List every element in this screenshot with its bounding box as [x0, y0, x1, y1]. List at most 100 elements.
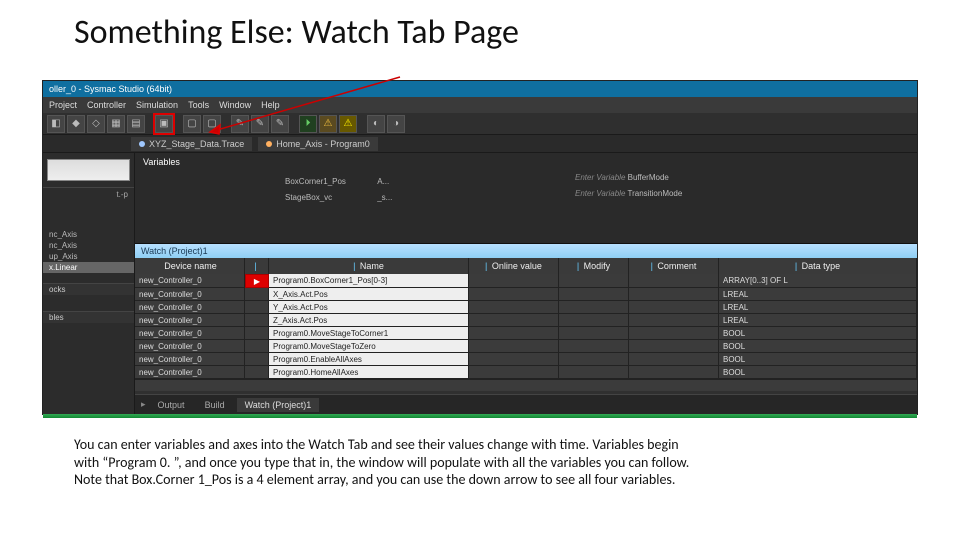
cell-modify[interactable]: [559, 301, 629, 314]
cell-blank: [245, 314, 269, 327]
menu-project[interactable]: Project: [49, 100, 77, 110]
col-online[interactable]: Online value: [469, 258, 559, 274]
toolbar-btn-10[interactable]: ✎: [251, 115, 269, 133]
cell-online: [469, 301, 559, 314]
menu-tools[interactable]: Tools: [188, 100, 209, 110]
bottom-tab-build[interactable]: Build: [197, 398, 233, 412]
toolbar-event-icon[interactable]: ⚠: [339, 115, 357, 133]
cell-modify[interactable]: [559, 353, 629, 366]
var-name: BoxCorner1_Pos: [285, 177, 375, 186]
cell-blank: [245, 340, 269, 353]
cell-comment: [629, 340, 719, 353]
col-datatype[interactable]: Data type: [719, 258, 917, 274]
cell-modify[interactable]: [559, 327, 629, 340]
menu-help[interactable]: Help: [261, 100, 280, 110]
side-item[interactable]: up_Axis: [43, 251, 134, 262]
toolbar-btn-9[interactable]: ✎: [231, 115, 249, 133]
cell-device: new_Controller_0: [135, 274, 245, 288]
toolbar-btn-4[interactable]: ▦: [107, 115, 125, 133]
menu-controller[interactable]: Controller: [87, 100, 126, 110]
cell-device: new_Controller_0: [135, 340, 245, 353]
cell-online: [469, 288, 559, 301]
cell-modify[interactable]: [559, 288, 629, 301]
col-comment[interactable]: Comment: [629, 258, 719, 274]
cell-modify[interactable]: [559, 274, 629, 288]
toolbar-btn-1[interactable]: ◧: [47, 115, 65, 133]
cell-name[interactable]: Program0.HomeAllAxes: [269, 366, 469, 379]
toolbar-simulation-icon[interactable]: ▣: [155, 115, 173, 133]
doc-tab-datatrace[interactable]: XYZ_Stage_Data.Trace: [131, 137, 252, 151]
toolbar-online-icon[interactable]: ⏵: [299, 115, 317, 133]
toolbar-btn-8[interactable]: ▢: [203, 115, 221, 133]
bottom-tab-watch[interactable]: Watch (Project)1: [237, 398, 320, 412]
side-item[interactable]: nc_Axis: [43, 229, 134, 240]
expand-arrow-icon[interactable]: ▶: [245, 274, 269, 288]
doc-tab-label: Home_Axis - Program0: [276, 139, 370, 149]
cell-name[interactable]: Program0.BoxCorner1_Pos[0-3]: [269, 274, 469, 288]
cell-name[interactable]: X_Axis.Act.Pos: [269, 288, 469, 301]
watch-row[interactable]: new_Controller_0X_Axis.Act.PosLREAL: [135, 288, 917, 301]
cell-datatype: LREAL: [719, 301, 917, 314]
cell-name[interactable]: Program0.MoveStageToZero: [269, 340, 469, 353]
cell-modify[interactable]: [559, 366, 629, 379]
toolbar-btn-5[interactable]: ▤: [127, 115, 145, 133]
bottom-tab-output[interactable]: Output: [150, 398, 193, 412]
enter-variable-value[interactable]: TransitionMode: [627, 189, 682, 198]
toolbar-btn-11[interactable]: ✎: [271, 115, 289, 133]
watch-row[interactable]: new_Controller_0 Program0.EnableAllAxes BO…: [135, 353, 917, 366]
window-titlebar: oller_0 - Sysmac Studio (64bit): [43, 81, 917, 97]
doc-tab-program[interactable]: Home_Axis - Program0: [258, 137, 378, 151]
cell-modify[interactable]: [559, 314, 629, 327]
toolbar-btn-16[interactable]: ◑: [387, 115, 405, 133]
cell-device: new_Controller_0: [135, 327, 245, 340]
toolbar-btn-15[interactable]: ◐: [367, 115, 385, 133]
cell-name[interactable]: Program0.EnableAllAxes: [269, 353, 469, 366]
cell-datatype: LREAL: [719, 314, 917, 327]
var-name: StageBox_vc: [285, 193, 375, 202]
cell-comment: [629, 366, 719, 379]
col-expand: [245, 258, 269, 274]
cell-name[interactable]: Z_Axis.Act.Pos: [269, 314, 469, 327]
cell-comment: [629, 314, 719, 327]
side-item[interactable]: nc_Axis: [43, 240, 134, 251]
cell-device: new_Controller_0: [135, 353, 245, 366]
watch-row[interactable]: new_Controller_0Y_Axis.Act.PosLREAL: [135, 301, 917, 314]
thumbnail[interactable]: [47, 159, 130, 181]
slide-title: Something Else: Watch Tab Page: [74, 12, 960, 53]
side-section-blocks[interactable]: ocks: [43, 283, 134, 295]
menu-simulation[interactable]: Simulation: [136, 100, 178, 110]
side-item-selected[interactable]: x.Linear: [43, 262, 134, 273]
toolbar-btn-7[interactable]: ▢: [183, 115, 201, 133]
cell-name[interactable]: Y_Axis.Act.Pos: [269, 301, 469, 314]
col-name[interactable]: Name: [269, 258, 469, 274]
cell-datatype: ARRAY[0..3] OF L: [719, 274, 917, 288]
watch-new-row[interactable]: [135, 379, 917, 391]
enter-variable-value[interactable]: BufferMode: [628, 173, 669, 182]
toolbar-warning-icon[interactable]: ⚠: [319, 115, 337, 133]
col-modify[interactable]: Modify: [559, 258, 629, 274]
cell-modify[interactable]: [559, 340, 629, 353]
watch-row[interactable]: new_Controller_0 Program0.MoveStageToZero…: [135, 340, 917, 353]
collapse-icon[interactable]: ▸: [141, 399, 146, 410]
watch-row[interactable]: new_Controller_0▶Program0.BoxCorner1_Pos…: [135, 274, 917, 288]
cell-comment: [629, 301, 719, 314]
doc-tab-label: XYZ_Stage_Data.Trace: [149, 139, 244, 149]
side-label-tp: t.-p: [43, 187, 134, 201]
cell-name[interactable]: Program0.MoveStageToCorner1: [269, 327, 469, 340]
cell-datatype: BOOL: [719, 327, 917, 340]
watch-row[interactable]: new_Controller_0Program0.HomeAllAxesBOOL: [135, 366, 917, 379]
menu-bar: Project Controller Simulation Tools Wind…: [43, 97, 917, 113]
cell-datatype: BOOL: [719, 353, 917, 366]
toolbar-btn-2[interactable]: ◆: [67, 115, 85, 133]
toolbar-btn-3[interactable]: ◇: [87, 115, 105, 133]
var-val: A...: [377, 177, 401, 186]
menu-window[interactable]: Window: [219, 100, 251, 110]
col-device[interactable]: Device name: [135, 258, 245, 274]
cell-comment: [629, 288, 719, 301]
cell-comment: [629, 327, 719, 340]
cell-device: new_Controller_0: [135, 314, 245, 327]
watch-row[interactable]: new_Controller_0 Program0.MoveStageToCorn…: [135, 327, 917, 340]
watch-row[interactable]: new_Controller_0 Z_Axis.Act.Pos LREAL: [135, 314, 917, 327]
side-section-variables[interactable]: bles: [43, 311, 134, 323]
left-sidebar: t.-p nc_Axis nc_Axis up_Axis x.Linear oc…: [43, 153, 135, 414]
